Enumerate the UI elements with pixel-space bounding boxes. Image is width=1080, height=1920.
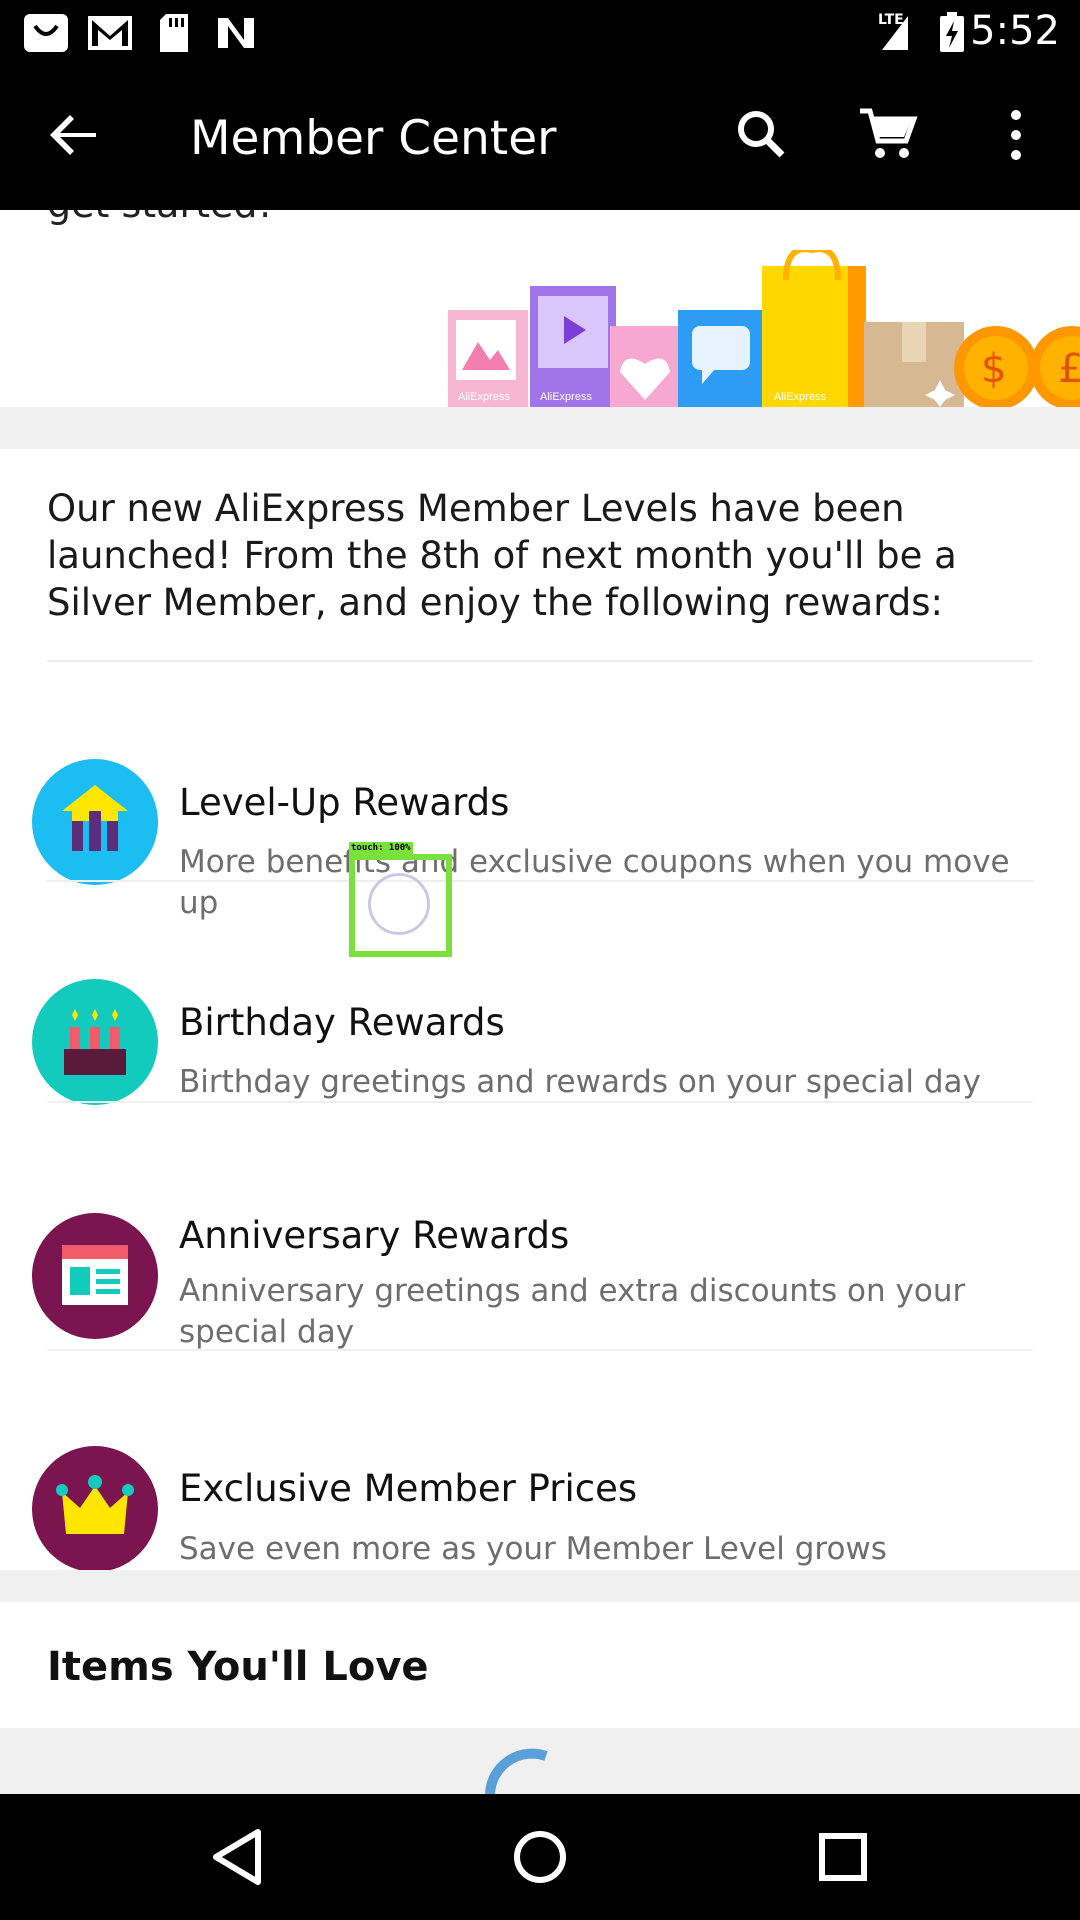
sd-card-icon bbox=[156, 12, 192, 59]
overflow-menu-icon[interactable] bbox=[986, 103, 1050, 167]
navigation-bar bbox=[0, 1794, 1080, 1920]
nav-recents-icon[interactable] bbox=[808, 1822, 878, 1892]
reward-title: Exclusive Member Prices bbox=[179, 1467, 638, 1510]
loading-spinner-icon bbox=[485, 1748, 548, 1794]
cart-icon[interactable] bbox=[856, 103, 920, 167]
level-up-icon bbox=[32, 759, 158, 885]
reward-item-exclusive-prices[interactable]: Exclusive Member Prices Save even more a… bbox=[0, 1349, 1080, 1572]
reward-item-anniversary[interactable]: Anniversary Rewards Anniversary greeting… bbox=[0, 1101, 1080, 1350]
gmail-icon bbox=[86, 12, 134, 59]
reward-description: Save even more as your Member Level grow… bbox=[179, 1531, 887, 1567]
member-levels-section: Our new AliExpress Member Levels have be… bbox=[0, 449, 1080, 1572]
status-time: 5:52 bbox=[970, 8, 1060, 54]
shopping-illustration-icon: AliExpress AliExpress AliExpress $ £ bbox=[448, 250, 1080, 407]
nav-home-icon[interactable] bbox=[505, 1822, 575, 1892]
banner-art-label: AliExpress bbox=[458, 391, 510, 403]
touch-indicator-label: touch: 100% bbox=[349, 842, 413, 854]
status-bar: LTE 5:52 bbox=[0, 0, 1080, 63]
app-bar: Member Center bbox=[0, 63, 1080, 210]
anniversary-calendar-icon bbox=[32, 1213, 158, 1339]
back-arrow-icon[interactable] bbox=[42, 103, 106, 167]
nav-back-icon[interactable] bbox=[204, 1822, 274, 1892]
n-app-icon bbox=[214, 12, 258, 59]
items-section: Items You'll Love bbox=[0, 1602, 1080, 1728]
crown-icon bbox=[32, 1446, 158, 1572]
reward-title: Anniversary Rewards bbox=[179, 1214, 570, 1257]
banner-art-label: AliExpress bbox=[774, 391, 826, 403]
aliexpress-notification-icon bbox=[22, 12, 70, 59]
search-icon[interactable] bbox=[730, 103, 794, 167]
touch-point-icon bbox=[368, 873, 430, 935]
items-section-title: Items You'll Love bbox=[47, 1644, 429, 1690]
banner-text: get started! bbox=[47, 210, 273, 226]
member-levels-intro: Our new AliExpress Member Levels have be… bbox=[47, 487, 957, 624]
svg-text:£: £ bbox=[1058, 346, 1080, 392]
reward-description: Anniversary greetings and extra discount… bbox=[179, 1273, 966, 1350]
page-title: Member Center bbox=[190, 111, 557, 166]
reward-title: Level-Up Rewards bbox=[179, 781, 510, 824]
member-banner: get started! AliExpress AliExpress AliEx… bbox=[0, 210, 1080, 407]
signal-icon bbox=[880, 14, 910, 57]
birthday-cake-icon bbox=[32, 979, 158, 1105]
battery-charging-icon bbox=[938, 12, 966, 59]
svg-text:$: $ bbox=[981, 346, 1006, 392]
loading-area bbox=[0, 1728, 1080, 1794]
reward-item-level-up[interactable]: Level-Up Rewards More benefits and exclu… bbox=[0, 660, 1080, 921]
banner-art-label: AliExpress bbox=[540, 391, 592, 403]
reward-description: Birthday greetings and rewards on your s… bbox=[179, 1064, 981, 1100]
section-divider bbox=[0, 1570, 1080, 1602]
reward-item-birthday[interactable]: Birthday Rewards Birthday greetings and … bbox=[0, 880, 1080, 1105]
reward-title: Birthday Rewards bbox=[179, 1001, 505, 1044]
section-divider bbox=[0, 407, 1080, 449]
